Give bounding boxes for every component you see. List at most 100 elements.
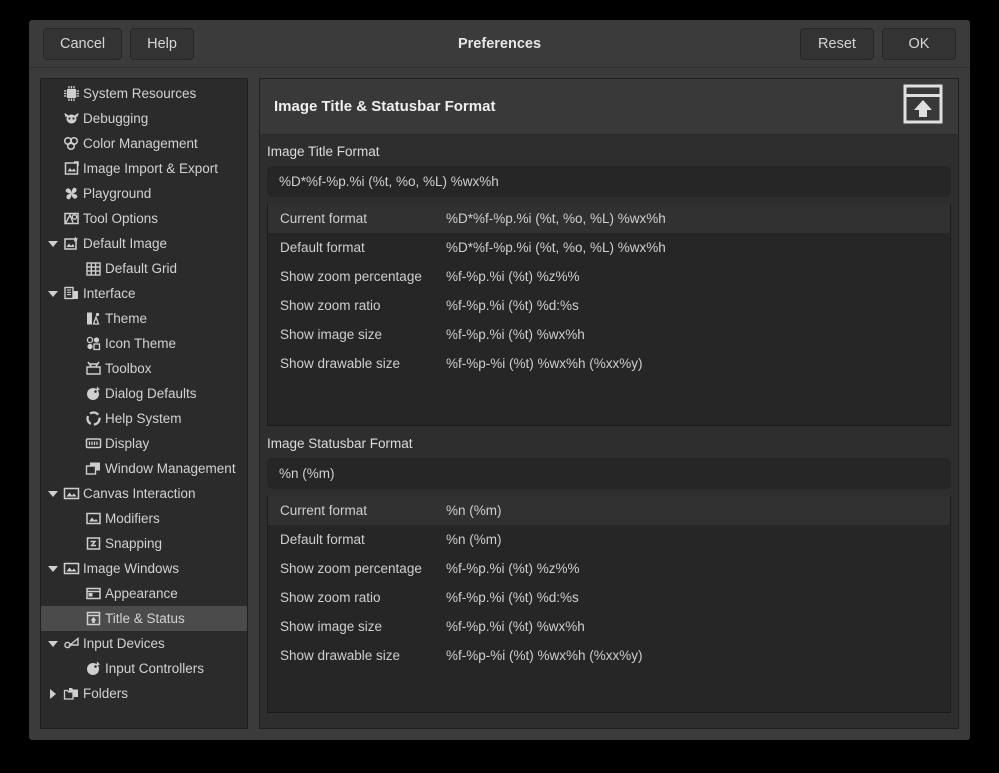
sidebar-item-label: Snapping xyxy=(105,536,162,551)
format-row-name: Current format xyxy=(268,211,446,226)
sidebar-item-default-grid[interactable]: Default Grid xyxy=(41,256,247,281)
cancel-button[interactable]: Cancel xyxy=(43,28,122,60)
sidebar-item-icon-theme[interactable]: Icon Theme xyxy=(41,331,247,356)
display-icon xyxy=(84,435,103,452)
table-row[interactable]: Show image size%f-%p.%i (%t) %wx%h xyxy=(268,612,950,641)
sidebar-item-label: Canvas Interaction xyxy=(83,486,196,501)
page-title: Image Title & Statusbar Format xyxy=(274,98,495,115)
sidebar-item-label: Display xyxy=(105,436,149,451)
table-row[interactable]: Show drawable size%f-%p-%i (%t) %wx%h (%… xyxy=(268,641,950,670)
panel-header: Image Title & Statusbar Format xyxy=(260,79,958,135)
format-row-value: %n (%m) xyxy=(446,503,950,518)
format-row-name: Show drawable size xyxy=(268,648,446,663)
sidebar-item-title-status[interactable]: Title & Status xyxy=(41,606,247,631)
table-row[interactable]: Show zoom ratio%f-%p.%i (%t) %d:%s xyxy=(268,291,950,320)
table-row[interactable]: Show zoom percentage%f-%p.%i (%t) %z%% xyxy=(268,554,950,583)
sidebar-item-appearance[interactable]: Appearance xyxy=(41,581,247,606)
sidebar-item-system-resources[interactable]: System Resources xyxy=(41,81,247,106)
input-controllers-icon xyxy=(84,660,103,677)
sidebar-item-debugging[interactable]: Debugging xyxy=(41,106,247,131)
expander-collapse-icon[interactable] xyxy=(44,291,62,297)
table-empty-space xyxy=(268,378,950,425)
titlebar-right-buttons: Reset OK xyxy=(800,28,956,60)
image-windows-icon xyxy=(62,560,81,577)
interface-icon xyxy=(62,285,81,302)
table-row[interactable]: Default format%n (%m) xyxy=(268,525,950,554)
sidebar-item-label: Appearance xyxy=(105,586,178,601)
sidebar-item-label: Input Controllers xyxy=(105,661,204,676)
preferences-main-panel: Image Title & Statusbar Format Image Tit… xyxy=(259,78,959,729)
sidebar-item-snapping[interactable]: Snapping xyxy=(41,531,247,556)
sidebar-item-label: Image Windows xyxy=(83,561,179,576)
sidebar-item-display[interactable]: Display xyxy=(41,431,247,456)
image-title-format-label: Image Title Format xyxy=(260,144,958,166)
sidebar-item-label: Input Devices xyxy=(83,636,165,651)
dialog-body: System Resources Debugging Color Managem… xyxy=(29,68,970,740)
dialog-defaults-icon xyxy=(84,385,103,402)
panel-body: Image Title Format Current format%D*%f-%… xyxy=(260,135,958,713)
expander-collapse-icon[interactable] xyxy=(44,491,62,497)
preferences-dialog: Cancel Help Preferences Reset OK System … xyxy=(29,20,970,740)
sidebar-item-window-management[interactable]: Window Management xyxy=(41,456,247,481)
table-row[interactable]: Default format%D*%f-%p.%i (%t, %o, %L) %… xyxy=(268,233,950,262)
modifiers-icon xyxy=(84,510,103,527)
format-row-value: %f-%p-%i (%t) %wx%h (%xx%y) xyxy=(446,356,950,371)
help-button[interactable]: Help xyxy=(130,28,194,60)
sidebar-item-label: Toolbox xyxy=(105,361,152,376)
title-status-large-icon xyxy=(902,83,944,130)
expander-collapse-icon[interactable] xyxy=(44,241,62,247)
titlebar-left-buttons: Cancel Help xyxy=(43,28,194,60)
input-devices-icon xyxy=(62,635,81,652)
format-row-value: %D*%f-%p.%i (%t, %o, %L) %wx%h xyxy=(446,211,950,226)
reset-button[interactable]: Reset xyxy=(800,28,874,60)
sidebar-item-theme[interactable]: Theme xyxy=(41,306,247,331)
image-statusbar-format-input[interactable] xyxy=(267,458,951,489)
image-title-format-input[interactable] xyxy=(267,166,951,197)
icon-theme-icon xyxy=(84,335,103,352)
image-statusbar-format-field-wrap xyxy=(260,458,958,489)
sidebar-item-input-devices[interactable]: Input Devices xyxy=(41,631,247,656)
sidebar-item-color-management[interactable]: Color Management xyxy=(41,131,247,156)
format-row-value: %f-%p.%i (%t) %z%% xyxy=(446,561,950,576)
sidebar-item-label: Image Import & Export xyxy=(83,161,218,176)
sidebar-item-default-image[interactable]: Default Image xyxy=(41,231,247,256)
image-title-format-table[interactable]: Current format%D*%f-%p.%i (%t, %o, %L) %… xyxy=(267,204,951,426)
table-row[interactable]: Show zoom ratio%f-%p.%i (%t) %d:%s xyxy=(268,583,950,612)
sidebar-item-interface[interactable]: Interface xyxy=(41,281,247,306)
sidebar-item-label: Tool Options xyxy=(83,211,158,226)
sidebar-item-tool-options[interactable]: Tool Options xyxy=(41,206,247,231)
ok-button[interactable]: OK xyxy=(882,28,956,60)
image-import-export-icon xyxy=(62,160,81,177)
toolbox-icon xyxy=(84,360,103,377)
table-empty-space xyxy=(268,670,950,712)
sidebar-item-label: Help System xyxy=(105,411,182,426)
table-row[interactable]: Current format%n (%m) xyxy=(268,496,950,525)
table-row[interactable]: Show drawable size%f-%p-%i (%t) %wx%h (%… xyxy=(268,349,950,378)
expander-expand-icon[interactable] xyxy=(44,689,62,699)
sidebar-item-input-controllers[interactable]: Input Controllers xyxy=(41,656,247,681)
sidebar-item-dialog-defaults[interactable]: Dialog Defaults xyxy=(41,381,247,406)
image-statusbar-format-table[interactable]: Current format%n (%m)Default format%n (%… xyxy=(267,496,951,713)
sidebar-item-label: Modifiers xyxy=(105,511,160,526)
sidebar-item-modifiers[interactable]: Modifiers xyxy=(41,506,247,531)
playground-icon xyxy=(62,185,81,202)
sidebar-item-folders[interactable]: Folders xyxy=(41,681,247,706)
sidebar-item-image-import-export[interactable]: Image Import & Export xyxy=(41,156,247,181)
sidebar-item-canvas-interaction[interactable]: Canvas Interaction xyxy=(41,481,247,506)
sidebar-item-playground[interactable]: Playground xyxy=(41,181,247,206)
sidebar-item-image-windows[interactable]: Image Windows xyxy=(41,556,247,581)
format-row-value: %f-%p-%i (%t) %wx%h (%xx%y) xyxy=(446,648,950,663)
sidebar-item-label: Dialog Defaults xyxy=(105,386,197,401)
color-management-icon xyxy=(62,135,81,152)
table-row[interactable]: Current format%D*%f-%p.%i (%t, %o, %L) %… xyxy=(268,204,950,233)
sidebar-item-label: Color Management xyxy=(83,136,198,151)
expander-collapse-icon[interactable] xyxy=(44,566,62,572)
expander-collapse-icon[interactable] xyxy=(44,641,62,647)
sidebar-item-toolbox[interactable]: Toolbox xyxy=(41,356,247,381)
table-row[interactable]: Show image size%f-%p.%i (%t) %wx%h xyxy=(268,320,950,349)
table-row[interactable]: Show zoom percentage%f-%p.%i (%t) %z%% xyxy=(268,262,950,291)
sidebar-item-label: Default Grid xyxy=(105,261,177,276)
sidebar-item-help-system[interactable]: Help System xyxy=(41,406,247,431)
system-resources-icon xyxy=(62,85,81,102)
preferences-sidebar[interactable]: System Resources Debugging Color Managem… xyxy=(40,78,248,729)
